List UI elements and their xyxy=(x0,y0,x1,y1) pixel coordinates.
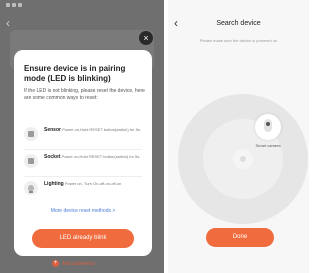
bulb-icon xyxy=(24,181,38,195)
close-icon[interactable]: × xyxy=(139,31,153,45)
sensor-icon xyxy=(24,127,38,141)
pairing-screen: ‹ × Ensure device is in pairing mode (LE… xyxy=(0,0,164,273)
back-icon[interactable]: ‹ xyxy=(174,17,178,29)
reset-method-sensor: Sensor Power on,Hold RESET button(switch… xyxy=(24,124,148,148)
done-button[interactable]: Done xyxy=(206,228,274,247)
search-hint: Please make sure the device is powered o… xyxy=(199,38,278,43)
dialog-body: If the LED is not blinking, please reset… xyxy=(24,88,145,101)
camera-icon xyxy=(264,119,272,132)
status-bar xyxy=(0,0,164,10)
divider xyxy=(24,176,142,177)
method-description: Power on,Hold RESET button(switch) for 5… xyxy=(61,154,141,159)
method-name: Sensor xyxy=(44,127,61,133)
add-subdevice-link[interactable]: + Add subdevice xyxy=(52,260,95,267)
radar-center-dot xyxy=(240,156,246,162)
found-device-button[interactable] xyxy=(255,114,281,140)
pairing-mode-dialog: Ensure device is in pairing mode (LED is… xyxy=(14,50,152,256)
method-name: Socket xyxy=(44,154,61,160)
back-icon[interactable]: ‹ xyxy=(6,17,10,29)
plus-icon: + xyxy=(52,260,59,267)
method-description: Power on, Turn On-off-on-off-on xyxy=(64,181,122,186)
socket-icon xyxy=(24,154,38,168)
radar-scan xyxy=(178,94,308,224)
reset-method-socket: Socket Power on,Hold RESET button(switch… xyxy=(24,151,148,175)
add-subdevice-label: Add subdevice xyxy=(62,260,95,267)
led-already-blink-button[interactable]: LED already blink xyxy=(32,229,134,248)
status-bar xyxy=(168,0,309,10)
method-description: Power on,Hold RESET button(switch) for 5… xyxy=(62,127,141,132)
search-device-screen: ‹ Search device Please make sure the dev… xyxy=(168,0,309,273)
signal-icon xyxy=(6,3,22,7)
method-name: Lighting xyxy=(44,181,64,187)
reset-method-lighting: Lighting Power on, Turn On-off-on-off-on xyxy=(24,178,148,202)
page-title: Search device xyxy=(216,20,261,27)
found-device-label: Smart camera xyxy=(255,143,281,148)
divider xyxy=(24,149,142,150)
dialog-title: Ensure device is in pairing mode (LED is… xyxy=(24,64,126,83)
more-reset-methods-link[interactable]: More device reset methods > xyxy=(14,208,152,215)
